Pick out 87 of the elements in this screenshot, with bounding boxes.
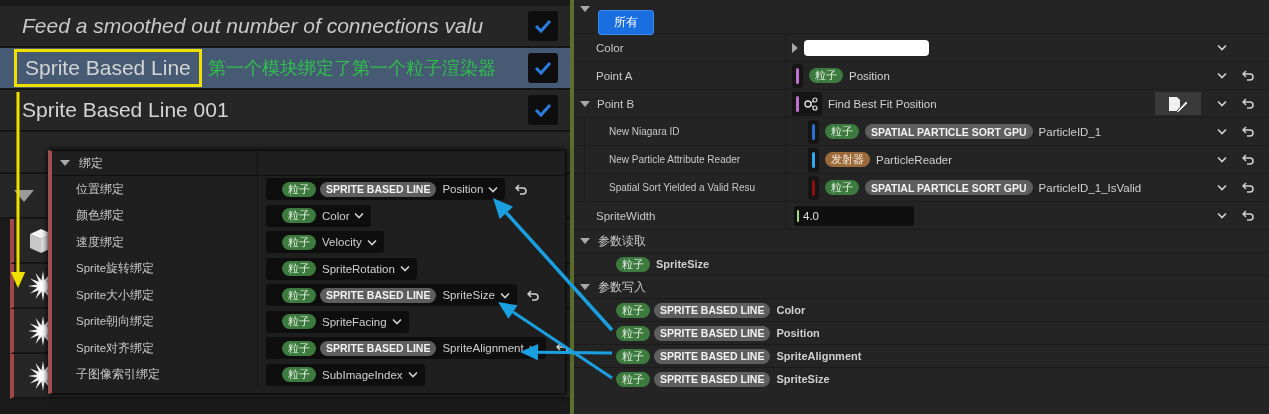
emitter-row[interactable]: Feed a smoothed out number of connections valu bbox=[0, 6, 570, 48]
section-title: 参数写入 bbox=[598, 278, 646, 296]
module-tag: SPRITE BASED LINE bbox=[654, 371, 771, 387]
binding-dropdown[interactable]: 粒子 SpriteFacing bbox=[266, 310, 409, 333]
particle-tag: 粒子 bbox=[825, 124, 859, 139]
parameter-name: Position bbox=[776, 327, 820, 339]
binding-value: ParticleID_1_IsValid bbox=[1038, 181, 1142, 194]
annotation-note: 第一个模块绑定了第一个粒子渲染器 bbox=[207, 57, 496, 80]
binding-label: Sprite朝向绑定 bbox=[52, 308, 258, 335]
particle-tag: 粒子 bbox=[282, 234, 316, 250]
binding-dropdown[interactable]: 粒子 SPRITE BASED LINE Position bbox=[266, 178, 506, 201]
chevron-icon bbox=[1216, 182, 1228, 193]
binding-dropdown[interactable]: 粒子 SPRITE BASED LINE SpriteSize bbox=[266, 284, 517, 307]
section-title: 绑定 bbox=[79, 154, 103, 172]
particle-tag: 粒子 bbox=[282, 367, 316, 383]
particle-tag: 粒子 bbox=[825, 180, 859, 195]
property-label: Point A bbox=[596, 69, 633, 82]
binding-label: 颜色绑定 bbox=[52, 202, 258, 229]
particle-tag: 粒子 bbox=[282, 261, 316, 277]
chevron-icon bbox=[1216, 70, 1228, 81]
module-tag: SPRITE BASED LINE bbox=[320, 181, 437, 197]
binding-label: 速度绑定 bbox=[52, 229, 258, 256]
chevron-icon bbox=[1216, 126, 1228, 137]
filter-button[interactable]: 所有 bbox=[598, 10, 654, 35]
number-field[interactable]: 4.0 bbox=[794, 205, 914, 226]
document-pencil-icon bbox=[1167, 94, 1189, 113]
checkbox[interactable] bbox=[528, 11, 558, 41]
module-tag: SPRITE BASED LINE bbox=[320, 287, 437, 303]
renderer-name: Sprite Based Line 001 bbox=[21, 97, 230, 123]
emitter-tag: 发射器 bbox=[825, 152, 870, 167]
nodes-icon bbox=[804, 96, 818, 111]
binding-value: Position bbox=[849, 69, 890, 82]
parameter-name: SpriteSize bbox=[656, 258, 710, 270]
binding-value: ParticleReader bbox=[876, 153, 953, 166]
binding-label: Sprite大小绑定 bbox=[52, 282, 258, 309]
particle-tag: 粒子 bbox=[809, 68, 843, 83]
module-tag: SPATIAL PARTICLE SORT GPU bbox=[865, 124, 1033, 139]
section-title: 参数读取 bbox=[598, 232, 646, 250]
module-tag: SPRITE BASED LINE bbox=[654, 325, 771, 341]
property-label: Spatial Sort Yielded a Valid Resu bbox=[609, 182, 755, 193]
chevron-icon bbox=[1216, 98, 1228, 109]
function-name: Find Best Fit Position bbox=[828, 97, 937, 110]
renderer-name: Sprite Based Line bbox=[14, 49, 202, 87]
checkbox[interactable] bbox=[528, 53, 558, 83]
particle-tag: 粒子 bbox=[282, 181, 316, 197]
particle-tag: 粒子 bbox=[282, 340, 316, 356]
binding-dropdown[interactable]: 粒子 SpriteRotation bbox=[266, 257, 417, 280]
module-tag: SPATIAL PARTICLE SORT GPU bbox=[865, 180, 1033, 195]
particle-tag: 粒子 bbox=[282, 314, 316, 330]
particle-tag: 粒子 bbox=[616, 256, 650, 272]
parameter-name: SpriteAlignment bbox=[776, 350, 862, 362]
module-tag: SPRITE BASED LINE bbox=[654, 302, 771, 318]
parameter-name: Color bbox=[776, 304, 806, 316]
particle-tag: 粒子 bbox=[616, 371, 650, 387]
property-label: Point B bbox=[597, 97, 635, 110]
edit-button[interactable] bbox=[1155, 92, 1201, 115]
checkbox[interactable] bbox=[528, 95, 558, 125]
expand-arrow-icon bbox=[792, 42, 798, 53]
binding-dropdown[interactable]: 粒子 SPRITE BASED LINE SpriteAlignment bbox=[266, 337, 546, 360]
property-label: New Niagara ID bbox=[609, 126, 680, 137]
chevron-icon bbox=[1216, 210, 1228, 221]
particle-tag: 粒子 bbox=[616, 348, 650, 364]
binding-label: 子图像索引绑定 bbox=[52, 361, 258, 388]
module-tag: SPRITE BASED LINE bbox=[320, 340, 437, 356]
binding-dropdown[interactable]: 粒子 Velocity bbox=[266, 231, 384, 254]
chevron-icon bbox=[1216, 154, 1228, 165]
expand-triangle-icon bbox=[14, 189, 34, 202]
binding-value: ParticleID_1 bbox=[1038, 125, 1102, 138]
particle-tag: 粒子 bbox=[616, 325, 650, 341]
emitter-row[interactable]: Sprite Based Line 第一个模块绑定了第一个粒子渲染器 bbox=[0, 48, 570, 90]
chevron-icon bbox=[1216, 42, 1228, 53]
property-label: Color bbox=[596, 41, 624, 54]
binding-label: Sprite对齐绑定 bbox=[52, 335, 258, 362]
comment-text: Feed a smoothed out number of connections valu bbox=[21, 13, 485, 39]
particle-tag: 粒子 bbox=[616, 302, 650, 318]
binding-dropdown[interactable]: 粒子 SubImageIndex bbox=[266, 363, 425, 386]
binding-label: Sprite旋转绑定 bbox=[52, 255, 258, 282]
emitter-row[interactable]: Sprite Based Line 001 bbox=[0, 90, 570, 132]
binding-label: 位置绑定 bbox=[52, 176, 258, 203]
property-label: SpriteWidth bbox=[596, 209, 656, 222]
binding-dropdown[interactable]: 粒子 Color bbox=[266, 204, 372, 227]
particle-tag: 粒子 bbox=[282, 208, 316, 224]
parameter-name: SpriteSize bbox=[776, 373, 830, 385]
color-swatch[interactable] bbox=[804, 39, 929, 56]
particle-tag: 粒子 bbox=[282, 287, 316, 303]
property-label: New Particle Attribute Reader bbox=[609, 154, 741, 165]
module-tag: SPRITE BASED LINE bbox=[654, 348, 771, 364]
